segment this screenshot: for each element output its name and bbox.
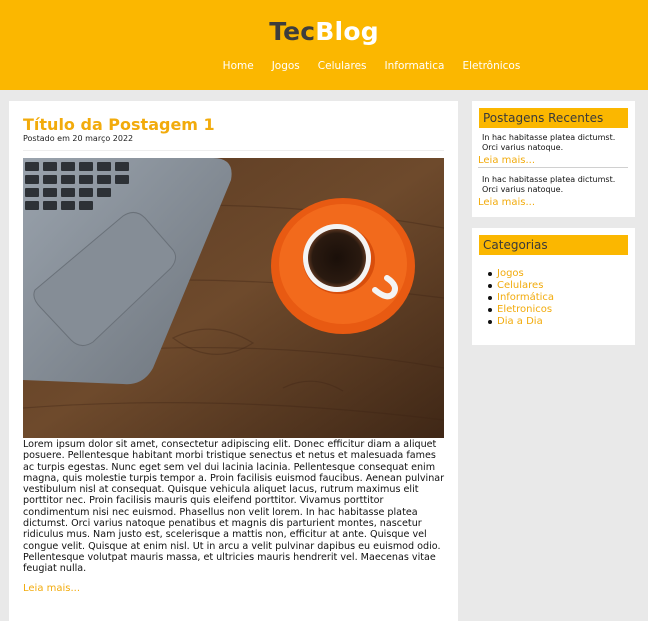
recent-post-read-more-link[interactable]: Leia mais... [478,155,628,166]
category-link-informatica[interactable]: Informática [497,292,554,304]
category-item: Informática [488,292,554,304]
bullet-icon [488,296,492,300]
category-link-jogos[interactable]: Jogos [497,268,524,280]
nav-celulares[interactable]: Celulares [309,60,376,72]
logo-part-tec: Tec [269,17,316,46]
nav-home[interactable]: Home [214,60,263,72]
bullet-icon [488,284,492,288]
category-link-celulares[interactable]: Celulares [497,280,543,292]
category-link-dia-a-dia[interactable]: Dia a Dia [497,316,543,328]
post-card: Título da Postagem 1 Postado em 20 março… [9,101,458,621]
categories-widget: Categorias Jogos Celulares Informática E… [472,228,635,345]
site-header: TecBlog Home Jogos Celulares Informatica… [0,0,648,90]
recent-post-item: In hac habitasse platea dictumst. Orci v… [478,175,628,208]
nav-eletronicos[interactable]: Eletrônicos [453,60,529,72]
category-item: Celulares [488,280,554,292]
categories-list: Jogos Celulares Informática Eletronicos … [488,268,554,328]
category-item: Dia a Dia [488,316,554,328]
category-item: Jogos [488,268,554,280]
post-image-laptop-coffee [23,158,444,438]
recent-post-read-more-link[interactable]: Leia mais... [478,197,628,208]
bullet-icon [488,308,492,312]
nav-jogos[interactable]: Jogos [263,60,309,72]
post-title[interactable]: Título da Postagem 1 [23,115,215,134]
post-date: Postado em 20 março 2022 [23,134,134,143]
recent-post-excerpt: In hac habitasse platea dictumst. Orci v… [482,133,616,152]
recent-post-item: In hac habitasse platea dictumst. Orci v… [478,133,628,166]
recent-post-excerpt: In hac habitasse platea dictumst. Orci v… [482,175,616,194]
bullet-icon [488,320,492,324]
post-divider [23,150,444,151]
category-item: Eletronicos [488,304,554,316]
category-link-eletronicos[interactable]: Eletronicos [497,304,552,316]
bullet-icon [488,272,492,276]
recent-posts-widget: Postagens Recentes In hac habitasse plat… [472,101,635,217]
main-nav: Home Jogos Celulares Informatica Eletrôn… [0,60,648,72]
categories-title: Categorias [479,235,628,255]
nav-informatica[interactable]: Informatica [376,60,454,72]
recent-posts-divider [478,167,628,168]
post-body: Lorem ipsum dolor sit amet, consectetur … [23,439,445,575]
site-logo[interactable]: TecBlog [0,17,648,46]
post-read-more-link[interactable]: Leia mais... [23,583,80,594]
recent-posts-title: Postagens Recentes [479,108,628,128]
logo-part-blog: Blog [315,17,379,46]
